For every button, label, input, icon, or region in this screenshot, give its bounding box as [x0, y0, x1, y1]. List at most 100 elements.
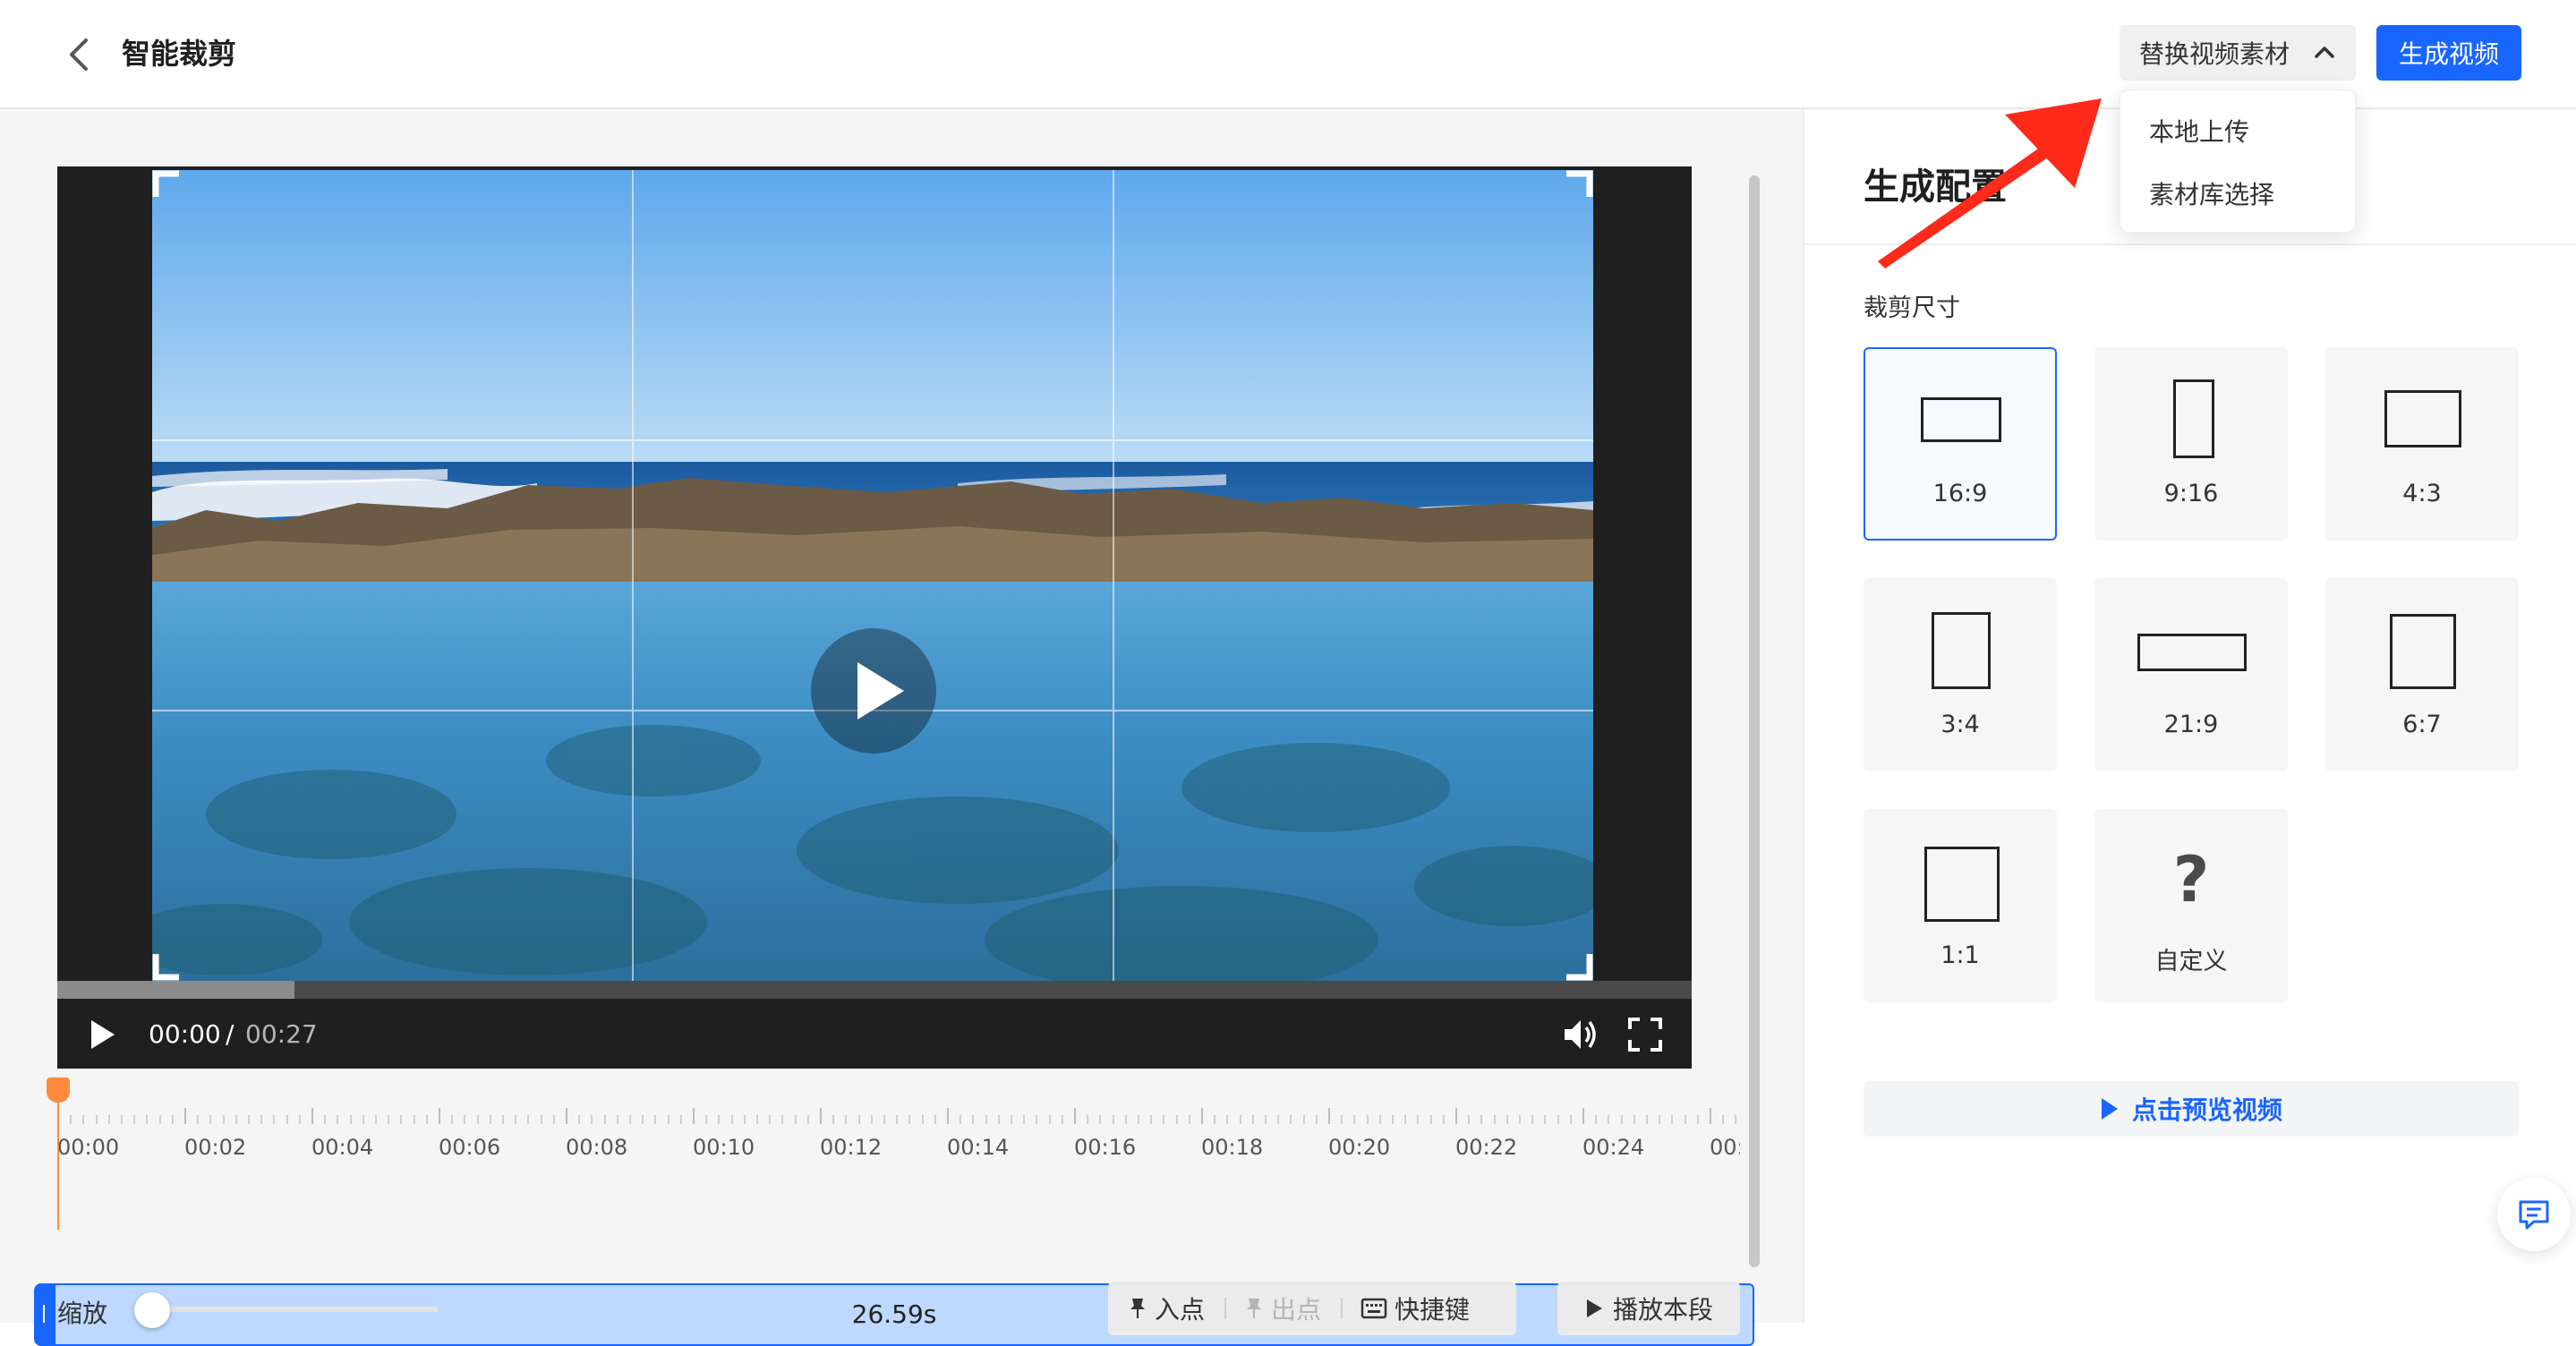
ratio-option-9-16[interactable]: 9:16 [2094, 347, 2288, 541]
volume-button[interactable] [1561, 1015, 1600, 1054]
ruler-tick-label: 00:14 [947, 1135, 1010, 1160]
ruler-tick [540, 1115, 542, 1124]
ruler-tick [1684, 1115, 1686, 1124]
ruler-tick [667, 1115, 670, 1124]
ruler-tick [158, 1115, 161, 1124]
ruler-tick [730, 1115, 733, 1124]
ruler-tick [1099, 1115, 1102, 1124]
feedback-button[interactable] [2497, 1178, 2571, 1251]
chevron-left-icon [70, 38, 88, 71]
ruler-tick [1671, 1115, 1674, 1124]
ruler-tick [388, 1115, 390, 1124]
replace-video-label: 替换视频素材 [2139, 39, 2290, 69]
ruler-tick [184, 1108, 186, 1124]
ruler-tick [845, 1115, 848, 1124]
ruler-tick [566, 1108, 567, 1124]
zoom-slider-thumb[interactable] [134, 1292, 170, 1328]
zoom-label: 缩放 [57, 1299, 108, 1328]
play-icon [1586, 1299, 1602, 1317]
play-button[interactable] [84, 1017, 120, 1052]
ruler-tick [552, 1115, 555, 1124]
ratio-label: 16:9 [1932, 480, 1988, 507]
ruler-tick [1519, 1115, 1521, 1124]
buffered-progress [57, 981, 294, 999]
ratio-option-4-3[interactable]: 4:3 [2325, 347, 2519, 541]
editor-scrollbar[interactable] [1744, 166, 1765, 1276]
dropdown-item-local-upload[interactable]: 本地上传 [2120, 101, 2355, 164]
preview-video-label: 点击预览视频 [2131, 1095, 2282, 1125]
shortcut-button[interactable]: 快捷键 [1341, 1282, 1489, 1335]
fullscreen-button[interactable] [1625, 1015, 1665, 1054]
out-point-button[interactable]: 出点 [1224, 1282, 1341, 1335]
ratio-option-6-7[interactable]: 6:7 [2325, 578, 2519, 771]
play-segment-button[interactable]: 播放本段 [1557, 1282, 1740, 1335]
replace-video-button[interactable]: 替换视频素材 [2120, 25, 2356, 81]
in-point-button[interactable]: 入点 [1108, 1282, 1224, 1335]
ruler-tick [1366, 1115, 1369, 1124]
ratio-3-4-icon [1932, 612, 1991, 689]
ruler-tick [70, 1115, 73, 1124]
ruler-tick [1442, 1115, 1445, 1124]
config-panel: 生成配置 裁剪尺寸 16:9 9:16 4:3 3:4 21:9 6:7 1:1… [1803, 109, 2576, 1323]
ruler-tick [1036, 1115, 1038, 1124]
dropdown-item-library-select[interactable]: 素材库选择 [2120, 164, 2355, 226]
ruler-tick [1696, 1115, 1699, 1124]
volume-icon [1565, 1020, 1596, 1049]
seascape-image [152, 170, 1593, 981]
ratio-option-16-9[interactable]: 16:9 [1864, 347, 2057, 541]
ratio-option-1-1[interactable]: 1:1 [1864, 809, 2057, 1002]
ruler-tick [743, 1115, 746, 1124]
ruler-tick [1290, 1115, 1292, 1124]
out-point-label: 出点 [1271, 1295, 1322, 1325]
ruler-tick [1341, 1115, 1343, 1124]
ruler-tick [1722, 1115, 1725, 1124]
chat-icon [2519, 1200, 2549, 1230]
ruler-tick-label: 00:08 [566, 1135, 628, 1160]
ratio-label: 3:4 [1941, 711, 1980, 738]
ruler-tick [527, 1115, 530, 1124]
ruler-tick-label: 00:20 [1328, 1135, 1391, 1160]
ratio-option-21-9[interactable]: 21:9 [2094, 578, 2288, 771]
ruler-tick [82, 1115, 85, 1124]
ruler-tick [1265, 1115, 1267, 1124]
ruler-tick [1175, 1115, 1178, 1124]
ruler-tick [654, 1115, 657, 1124]
ratio-option-custom[interactable]: ? 自定义 [2094, 809, 2288, 1002]
ruler-tick [1506, 1115, 1508, 1124]
preview-video-button[interactable]: 点击预览视频 [1864, 1081, 2519, 1137]
generate-video-button[interactable]: 生成视频 [2376, 25, 2521, 81]
ruler-tick [896, 1115, 899, 1124]
editor-area: 00:00 / 00:27 00:00 00:02 00:04 00:06 00… [0, 109, 1803, 1346]
ruler-tick [591, 1115, 593, 1124]
ruler-tick [515, 1115, 517, 1124]
ruler-tick [1646, 1115, 1648, 1124]
ruler-tick-label: 00: [1710, 1135, 1740, 1160]
ruler-tick [1188, 1115, 1190, 1124]
ratio-21-9-icon [2137, 634, 2247, 671]
ruler-tick [972, 1115, 975, 1124]
ratio-9-16-icon [2173, 379, 2214, 458]
video-preview[interactable] [152, 170, 1593, 981]
keyboard-icon [1361, 1298, 1387, 1319]
current-time: 00:00 [149, 1019, 221, 1049]
time-ruler[interactable] [57, 1104, 1740, 1131]
video-progress-bar[interactable] [57, 981, 1692, 999]
ruler-tick [400, 1115, 403, 1124]
editor-scrollbar-thumb[interactable] [1749, 175, 1760, 1267]
ruler-tick [1659, 1115, 1661, 1124]
ruler-tick [578, 1115, 581, 1124]
ruler-tick [337, 1115, 339, 1124]
ruler-tick [1302, 1115, 1305, 1124]
center-play-button[interactable] [811, 628, 936, 754]
ruler-tick [921, 1115, 924, 1124]
ruler-tick [1595, 1115, 1598, 1124]
ruler-tick [934, 1115, 936, 1124]
ruler-tick [121, 1115, 123, 1124]
ruler-tick [1048, 1115, 1051, 1124]
ratio-option-3-4[interactable]: 3:4 [1864, 578, 2057, 771]
ruler-tick [375, 1115, 377, 1124]
back-button[interactable] [57, 34, 98, 75]
zoom-slider[interactable] [134, 1292, 439, 1328]
ruler-tick [1150, 1115, 1153, 1124]
ruler-tick [1061, 1115, 1063, 1124]
